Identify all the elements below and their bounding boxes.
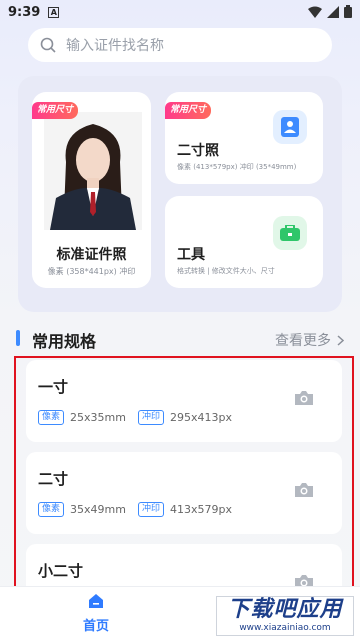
print-tag: 冲印 [137, 502, 164, 517]
section-accent-bar [16, 330, 20, 346]
status-icons [308, 5, 352, 18]
spec-meta: 像素 25x35mm 冲印 295x413px [38, 410, 238, 425]
search-input[interactable]: 输入证件找名称 [28, 28, 332, 62]
home-icon [89, 594, 103, 608]
section-title: 常用规格 [32, 332, 97, 351]
spec-name: 一寸 [38, 378, 69, 396]
view-more-link[interactable]: 查看更多 [275, 330, 344, 350]
two-inch-photo-card[interactable]: 常用尺寸 二寸照 像素 (413*579px) 冲印 (35*49mm) [165, 92, 323, 184]
pixel-tag: 像素 [38, 502, 65, 517]
search-icon [40, 37, 56, 53]
spec-size: 35x49mm [70, 503, 126, 516]
tools-subtitle: 格式转换 | 修改文件大小、尺寸 [177, 267, 275, 275]
tools-title: 工具 [177, 247, 205, 263]
wifi-icon [308, 6, 322, 18]
standard-photo-subtitle: 像素 (358*441px) 冲印 [47, 267, 136, 276]
portrait-image [44, 112, 142, 230]
standard-photo-card[interactable]: 常用尺寸 标准证件照 像素 (358*441px) 冲印 [32, 92, 151, 288]
battery-icon [344, 5, 352, 18]
camera-icon[interactable] [294, 390, 314, 406]
notification-icon: A [48, 6, 60, 18]
spec-name: 二寸 [38, 470, 69, 488]
spec-size: 25x35mm [70, 411, 126, 424]
status-bar: 9:39 A [0, 0, 360, 24]
spec-pixels: 413x579px [169, 503, 232, 516]
watermark-logo: 下载吧应用 [227, 597, 343, 622]
camera-icon[interactable] [294, 482, 314, 498]
common-size-badge: 常用尺寸 [165, 102, 212, 119]
search-placeholder: 输入证件找名称 [66, 38, 164, 54]
print-tag: 冲印 [137, 410, 164, 425]
two-inch-title: 二寸照 [177, 143, 219, 159]
standard-photo-title: 标准证件照 [56, 247, 127, 263]
site-watermark: 下载吧应用 www.xiazainiao.com [216, 596, 354, 636]
view-more-label: 查看更多 [275, 333, 331, 349]
app-screen: 9:39 A 输入证件找名称 常用尺寸 标准证件照 像素 (358*441px)… [0, 0, 360, 640]
nav-home[interactable]: 首页 [78, 593, 114, 634]
two-inch-subtitle: 像素 (413*579px) 冲印 (35*49mm) [177, 163, 297, 171]
spec-item-one-inch[interactable]: 一寸 像素 25x35mm 冲印 295x413px [26, 360, 342, 442]
id-card-icon [273, 110, 307, 144]
signal-icon [327, 5, 339, 18]
spec-name: 小二寸 [38, 562, 84, 580]
spec-item-two-inch[interactable]: 二寸 像素 35x49mm 冲印 413x579px [26, 452, 342, 534]
spec-meta: 像素 35x49mm 冲印 413x579px [38, 502, 238, 517]
common-size-badge: 常用尺寸 [32, 102, 79, 119]
toolbox-icon [273, 216, 307, 250]
pixel-tag: 像素 [38, 410, 65, 425]
nav-home-label: 首页 [82, 619, 109, 634]
watermark-url: www.xiazainiao.com [239, 623, 331, 633]
status-time: 9:39 [8, 4, 41, 20]
tools-card[interactable]: 工具 格式转换 | 修改文件大小、尺寸 [165, 196, 323, 288]
chevron-right-icon [337, 334, 344, 346]
spec-pixels: 295x413px [169, 411, 232, 424]
